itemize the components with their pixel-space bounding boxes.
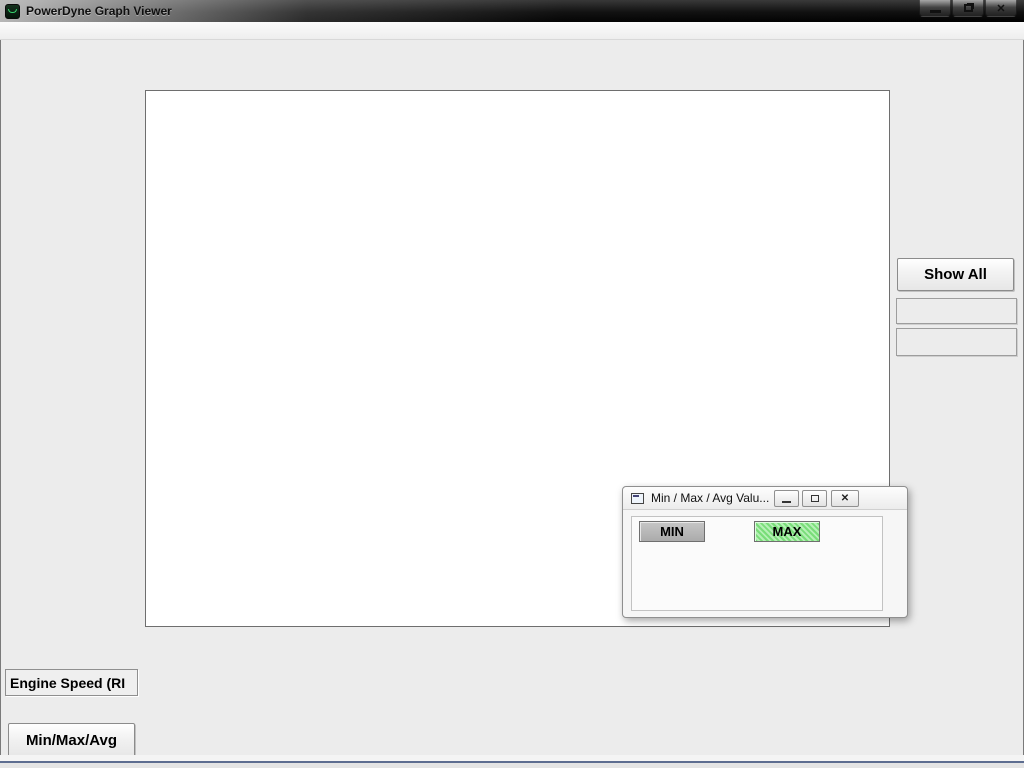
max-toggle-button[interactable]: MAX — [754, 521, 820, 542]
minimize-button[interactable] — [919, 0, 951, 17]
close-button[interactable]: ✕ — [985, 0, 1017, 17]
minmax-values-window[interactable]: Min / Max / Avg Valu... ✕ MIN MAX — [622, 486, 908, 618]
minmax-restore-button[interactable] — [802, 490, 827, 507]
app-icon — [5, 4, 20, 19]
minmax-close-button[interactable]: ✕ — [831, 490, 859, 507]
minimize-icon — [930, 10, 941, 13]
x-axis-channel-box[interactable]: Engine Speed (RI — [5, 669, 138, 696]
close-icon: ✕ — [841, 493, 849, 504]
minmax-window-icon — [631, 493, 644, 504]
show-all-button[interactable]: Show All — [897, 258, 1014, 291]
restore-icon — [964, 4, 973, 12]
minmax-title-bar[interactable]: Min / Max / Avg Valu... ✕ — [623, 487, 907, 510]
power-channel-label[interactable] — [896, 328, 1017, 356]
minimize-icon — [782, 501, 791, 503]
min-toggle-button[interactable]: MIN — [639, 521, 705, 542]
window-controls: ✕ — [918, 0, 1017, 17]
menu-bar — [0, 22, 1024, 40]
window-title: PowerDyne Graph Viewer — [26, 4, 172, 18]
minmax-window-title: Min / Max / Avg Valu... — [651, 491, 769, 505]
app-window: PowerDyne Graph Viewer ✕ Show All Min / … — [0, 0, 1024, 768]
minmax-minimize-button[interactable] — [774, 490, 799, 507]
window-bottom-edge — [0, 763, 1024, 768]
x-axis-channel-label: Engine Speed (RI — [10, 675, 125, 691]
close-icon: ✕ — [996, 2, 1005, 15]
restore-button[interactable] — [952, 0, 984, 17]
title-bar: PowerDyne Graph Viewer ✕ — [0, 0, 1024, 22]
minmaxavg-button[interactable]: Min/Max/Avg — [8, 723, 135, 757]
torque-channel-label[interactable] — [896, 298, 1017, 324]
restore-icon — [811, 495, 819, 502]
